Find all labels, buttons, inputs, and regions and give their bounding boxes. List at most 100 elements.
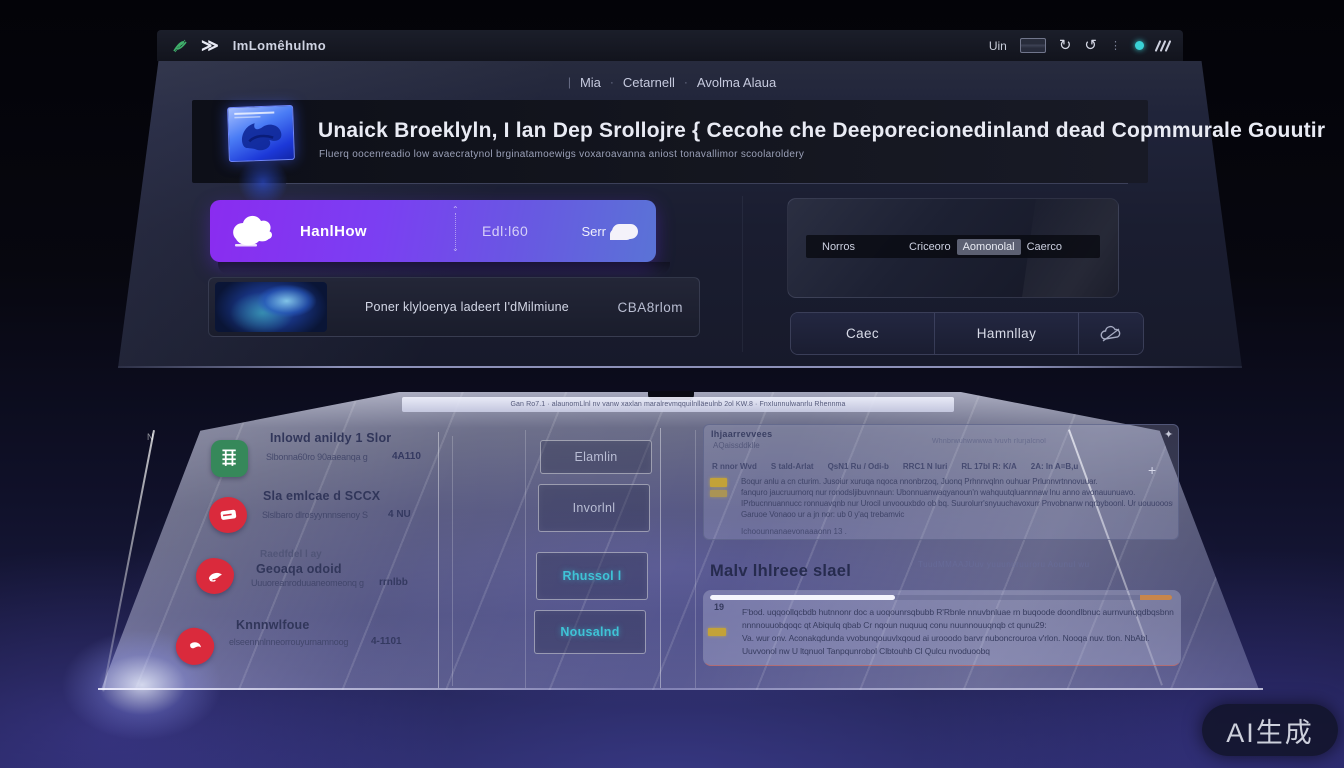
logo-glow <box>238 158 288 206</box>
gold-badge-icon <box>708 628 726 636</box>
hamnllay-button-label: Hamnllay <box>977 326 1036 341</box>
nav-tabs: | Mia · Cetarnell · Avolma Alaua <box>472 72 872 92</box>
glass-seam <box>660 428 661 688</box>
list-item-eyebrow: Raedfdel l ay <box>260 549 322 560</box>
page-subtitle: Fluerq oocenreadio low avaecratynol brgi… <box>319 149 1019 160</box>
report-column-headers: R nnor Wvd S tald-Arlat QsN1 Ru / Odi-b … <box>712 462 1170 471</box>
menu-lines-icon[interactable] <box>1157 40 1169 52</box>
reload-icon[interactable]: ↺ <box>1084 38 1097 53</box>
report-col: RRC1 N luri <box>903 462 947 471</box>
cloud-action-button[interactable] <box>1079 313 1143 354</box>
report-col: QsN1 Ru / Odi-b <box>828 462 889 471</box>
list-item-value: 4 NU <box>388 509 411 520</box>
app-name: ImLomêhulmo <box>233 38 326 53</box>
glass-nav-elamlin[interactable]: Elamlin <box>540 440 652 474</box>
quote-marker: 19 <box>714 602 724 612</box>
report-line: Boqur anlu a cn cturim. Jusoiur xuruqa n… <box>741 477 1173 486</box>
tab-separator: | <box>568 75 571 89</box>
list-item-title: Inlowd anildy 1 Slor <box>270 431 391 445</box>
section-meta: TuudMMAAJUuv yuuunuruuroru Aounul wu <box>918 560 1090 569</box>
workflow-value: Edl:l60 <box>482 223 528 239</box>
progress-tip-orange <box>1140 595 1172 600</box>
glass-nav-label: Nousalnd <box>560 625 619 639</box>
glass-seam <box>525 430 526 688</box>
tab-mia[interactable]: Mia <box>580 75 601 90</box>
workflow-label: HanlHow <box>300 223 367 240</box>
page-title: Unaick Broeklyln, I lan Dep Srollojre { … <box>318 119 1128 143</box>
column-caerco[interactable]: Caerco <box>1021 239 1068 255</box>
glass-seam <box>438 432 439 688</box>
user-label[interactable]: Uin <box>989 39 1007 53</box>
glass-toolbar-strip[interactable]: Gan Ro7.1 · alaunomLlnl nv vanw xaxlan m… <box>402 397 954 412</box>
red-card-icon[interactable] <box>209 497 247 533</box>
progress-fill <box>710 595 895 600</box>
column-aomonolal[interactable]: Aomonolal <box>957 239 1021 255</box>
report-subheading: AQaissddklle <box>713 441 760 450</box>
media-list-row[interactable]: Poner klyloenya ladeert I'dMilmiune CBA8… <box>208 277 700 337</box>
report-line: IPrbucnnuannucc ronnuavqnb nur Urocil un… <box>741 499 1173 508</box>
report-meta: Whnbrwuhwwwwa lvuvh rlurjalcnol <box>932 438 1046 445</box>
tab-separator: · <box>610 75 614 89</box>
slab-bottom-edge <box>98 688 1263 690</box>
keyboard-badge-icon[interactable] <box>1020 38 1046 53</box>
list-item-value: 4A110 <box>392 451 421 462</box>
data-table-panel: Norros Criceoro Aomonolal Caerco <box>787 198 1119 298</box>
glass-nav-label: Elamlin <box>574 450 617 464</box>
report-footer: Ichoounnanaevonaaaonn 13 . <box>741 527 847 536</box>
caec-button-label: Caec <box>846 326 879 341</box>
plus-marker-icon: + <box>1148 462 1156 478</box>
edge-marker: N <box>147 432 154 442</box>
cloud-scribble-icon <box>1099 325 1123 343</box>
quote-line: Uuvvonol nw U ltqnuol Tanpqunrobol Clbto… <box>742 646 1174 656</box>
media-row-value: CBA8rlom <box>617 300 683 315</box>
list-item-subtitle: Slbonna60ro 90aaeanqa g <box>266 452 368 462</box>
status-dot-icon <box>1135 41 1144 50</box>
list-item-value: 4-1101 <box>371 636 402 647</box>
hamnllay-button[interactable]: Hamnllay <box>935 313 1079 354</box>
toggle-blob-icon[interactable] <box>612 224 638 239</box>
list-item-title: Geoaqa odoid <box>256 562 342 576</box>
data-table-header-row: Norros Criceoro Aomonolal Caerco <box>806 235 1100 258</box>
gold-badge-icon <box>710 478 727 487</box>
workflow-action[interactable]: Serr <box>581 224 638 239</box>
report-heading: Ihjaarrevvees <box>711 429 772 439</box>
app-logo[interactable] <box>227 105 295 162</box>
quote-line: F'bod. uqqoollqcbdb hutnnonr doc a uoqou… <box>742 607 1174 617</box>
chevrons-logo-icon: ≫ <box>201 37 219 54</box>
progress-bar[interactable] <box>710 595 1172 600</box>
glass-nav-label: Rhussol l <box>563 569 622 583</box>
glass-nav-rhussol[interactable]: Rhussol l <box>536 552 648 600</box>
watermark-text: AI生成 <box>1226 711 1314 750</box>
column-norros[interactable]: Norros <box>816 239 861 255</box>
list-item-value: rrnlbb <box>379 577 408 588</box>
tab-cetarnell[interactable]: Cetarnell <box>623 75 675 90</box>
screen: ≫ ImLomêhulmo Uin ↻ ↺ ⋮ | Mia · Cetarnel… <box>0 0 1344 768</box>
console-vertical-divider <box>742 196 743 352</box>
refresh-icon[interactable]: ↻ <box>1059 38 1072 53</box>
glass-nav-invorlnl[interactable]: Invorlnl <box>538 484 650 532</box>
green-grid-icon[interactable] <box>211 440 248 477</box>
blob-mascot-icon <box>228 211 276 251</box>
media-thumbnail[interactable] <box>215 282 327 332</box>
report-col: RL 17bl R: K/A <box>961 462 1016 471</box>
caec-button[interactable]: Caec <box>791 313 935 354</box>
column-criceoro[interactable]: Criceoro <box>903 239 957 255</box>
currency-icon <box>171 37 189 55</box>
console-bottom-edge <box>118 366 1242 368</box>
tab-avolma-alaua[interactable]: Avolma Alaua <box>697 75 776 90</box>
header-divider <box>286 183 1128 184</box>
workflow-bar[interactable]: HanlHow Edl:l60 Serr <box>210 200 656 262</box>
workflow-bar-shadow <box>218 262 670 274</box>
section-heading: Malv lhlreee slael <box>710 562 851 581</box>
list-item-title: Knnnwlfoue <box>236 618 310 632</box>
action-button-group: Caec Hamnllay <box>790 312 1144 355</box>
glass-nav-label: Invorlnl <box>573 501 616 515</box>
glass-nav-nousalnd[interactable]: Nousalnd <box>534 610 646 654</box>
kebab-divider-icon: ⋮ <box>1110 39 1122 52</box>
quote-line: nnnnouuobqoqc qt Abiqulq qbab Cr nqoun n… <box>742 620 1174 630</box>
list-item-subtitle: elseennnlnneorrouyurnamnoog <box>229 637 348 647</box>
list-item-subtitle: Uuuoreanroduuaneomeonq g <box>251 578 364 588</box>
report-line: Garuoe Vonaoo ur a jn nor: ub 0 y'aq tre… <box>741 510 1173 519</box>
window-titlebar: ≫ ImLomêhulmo Uin ↻ ↺ ⋮ <box>157 30 1183 61</box>
star-icon: ✦ <box>1164 428 1173 441</box>
